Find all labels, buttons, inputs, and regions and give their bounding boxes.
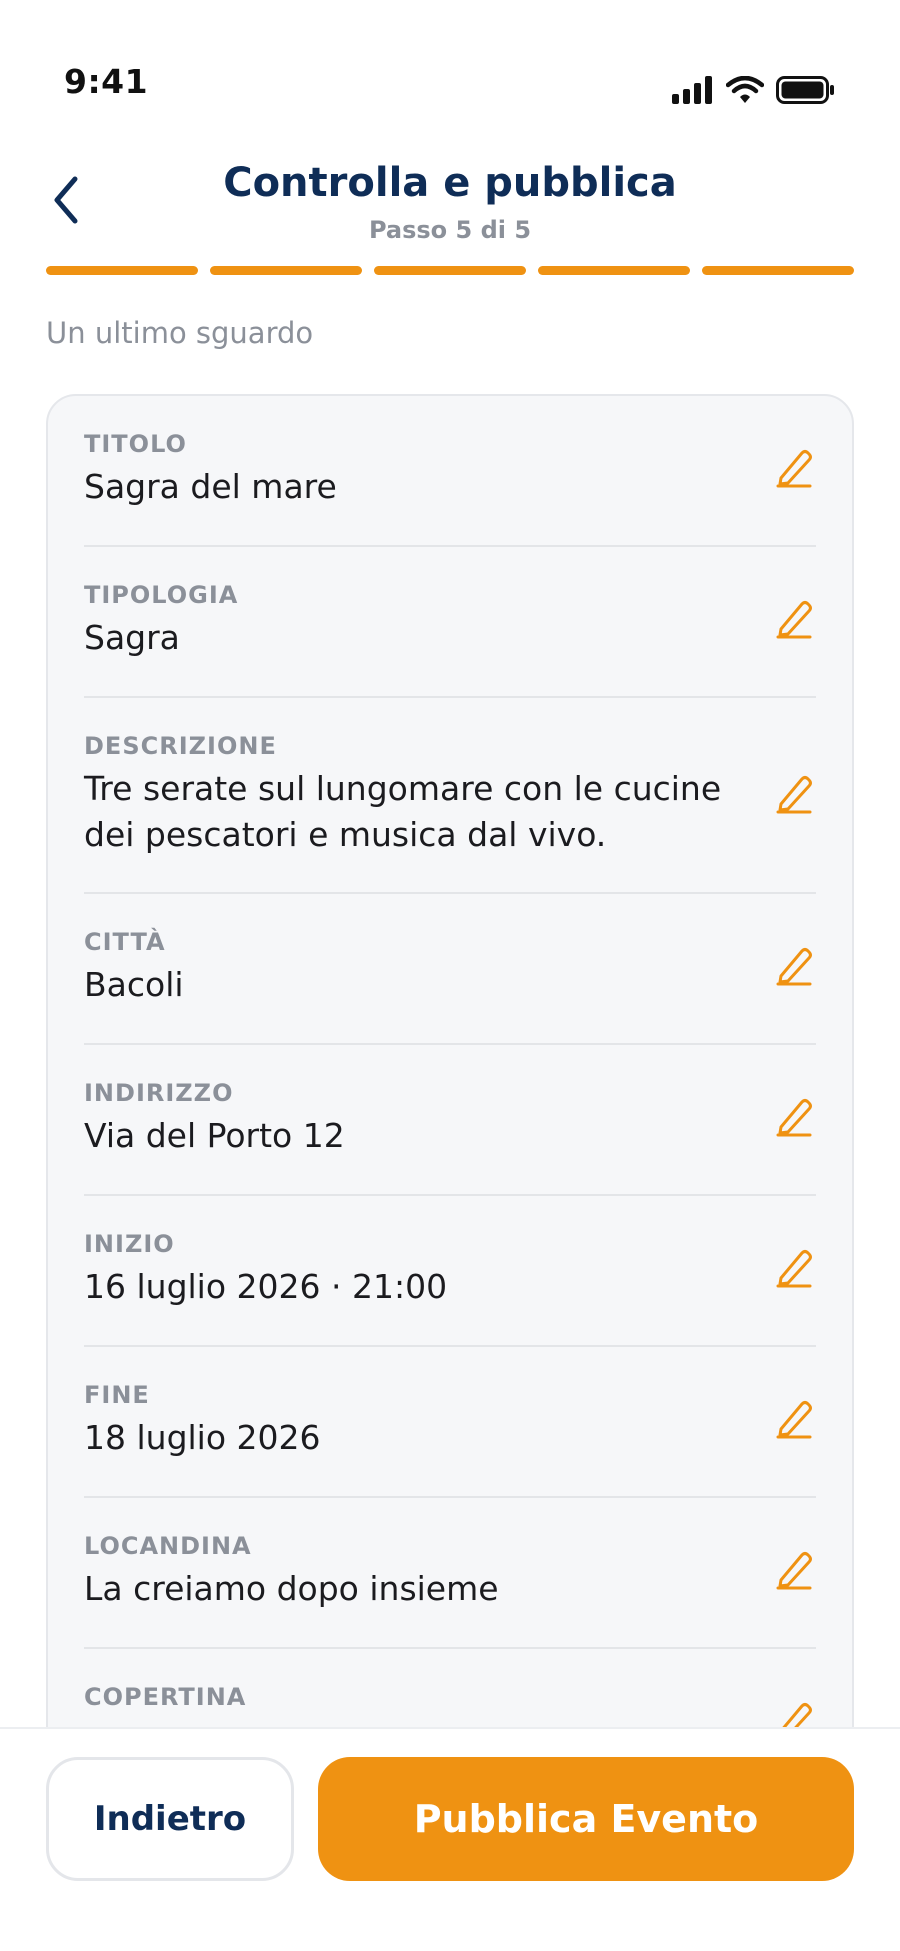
wifi-icon [725,75,765,108]
intro-text: Un ultimo sguardo [46,316,314,350]
review-row-citta: CITTÀ Bacoli [84,894,816,1045]
row-label: DESCRIZIONE [84,732,277,760]
step-indicator: Passo 5 di 5 [368,216,532,244]
review-row-fine: FINE 18 luglio 2026 [84,1347,816,1498]
pencil-icon [776,1250,812,1288]
battery-icon [776,76,836,108]
progress-segment [46,266,198,275]
row-label: TIPOLOGIA [84,581,239,609]
pencil-icon [776,1099,812,1137]
back-step-button[interactable]: Indietro [46,1757,294,1881]
edit-tipologia-button[interactable] [772,597,816,641]
review-row-titolo: TITOLO Sagra del mare [84,396,816,547]
row-value: Tre serate sul lungomare con le cucine d… [84,769,722,854]
review-screen: 9:41 Controlla e pubblica Passo 5 di 5 U… [0,0,900,1951]
pencil-icon [776,1401,812,1439]
edit-locandina-button[interactable] [772,1548,816,1592]
status-time: 9:41 [64,62,149,101]
pencil-icon [776,1552,812,1590]
row-value: 16 luglio 2026 · 21:00 [84,1267,448,1306]
pencil-icon [776,948,812,986]
status-bar: 9:41 [0,0,900,130]
publish-event-button[interactable]: Pubblica Evento [318,1757,854,1881]
row-label: INDIRIZZO [84,1079,234,1107]
review-row-tipologia: TIPOLOGIA Sagra [84,547,816,698]
progress-segment [374,266,526,275]
row-value: La creiamo dopo insieme [84,1569,499,1608]
row-value: Sagra del mare [84,467,337,506]
row-label: FINE [84,1381,150,1409]
footer-actions: Indietro Pubblica Evento [0,1727,900,1951]
edit-inizio-button[interactable] [772,1246,816,1290]
status-icons [672,75,836,108]
review-row-descrizione: DESCRIZIONE Tre serate sul lungomare con… [84,698,816,894]
progress-segment [538,266,690,275]
edit-indirizzo-button[interactable] [772,1095,816,1139]
row-label: COPERTINA [84,1683,247,1711]
edit-descrizione-button[interactable] [772,772,816,816]
row-label: TITOLO [84,430,187,458]
row-value: Sagra [84,618,180,657]
row-label: INIZIO [84,1230,175,1258]
review-row-indirizzo: INDIRIZZO Via del Porto 12 [84,1045,816,1196]
review-row-inizio: INIZIO 16 luglio 2026 · 21:00 [84,1196,816,1347]
row-value: 18 luglio 2026 [84,1418,321,1457]
row-label: CITTÀ [84,928,166,956]
step-progress-bar [46,266,854,276]
page-title: Controlla e pubblica [223,160,677,206]
pencil-icon [776,450,812,488]
progress-segment [702,266,854,275]
review-row-locandina: LOCANDINA La creiamo dopo insieme [84,1498,816,1649]
pencil-icon [776,601,812,639]
edit-fine-button[interactable] [772,1397,816,1441]
row-value: Via del Porto 12 [84,1116,345,1155]
row-value: Bacoli [84,965,184,1004]
progress-segment [210,266,362,275]
review-card: TITOLO Sagra del mare TIPOLOGIA Sagra DE… [46,394,854,1951]
pencil-icon [776,776,812,814]
row-label: LOCANDINA [84,1532,252,1560]
edit-titolo-button[interactable] [772,446,816,490]
edit-citta-button[interactable] [772,944,816,988]
header: Controlla e pubblica Passo 5 di 5 [0,150,900,270]
signal-icon [672,76,714,108]
